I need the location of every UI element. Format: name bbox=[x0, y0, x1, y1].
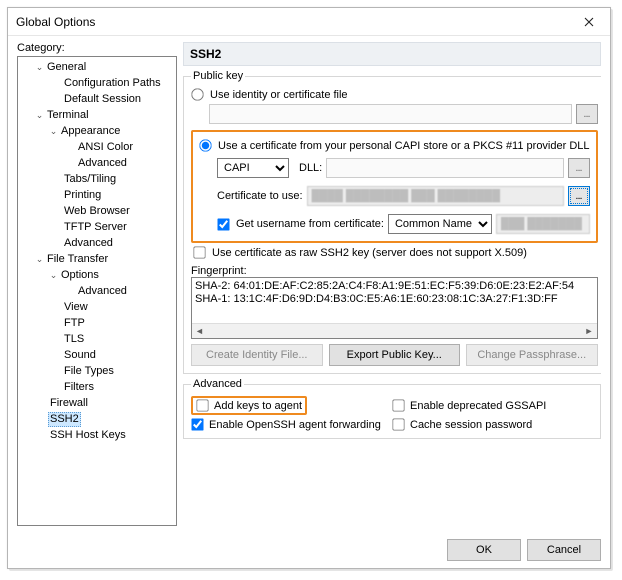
fingerprint-label: Fingerprint: bbox=[191, 265, 247, 277]
scroll-right-icon[interactable]: ► bbox=[582, 324, 597, 339]
tree-item-tftp-server[interactable]: TFTP Server bbox=[18, 219, 176, 235]
tree-item-ansi-color[interactable]: ANSI Color bbox=[18, 139, 176, 155]
tree-item-sound[interactable]: Sound bbox=[18, 347, 176, 363]
ok-button[interactable]: OK bbox=[447, 539, 521, 561]
panel-heading: SSH2 bbox=[183, 42, 601, 66]
username-field-select[interactable]: Common Name bbox=[388, 214, 492, 234]
horizontal-scrollbar[interactable]: ◄ ► bbox=[192, 323, 597, 338]
public-key-legend: Public key bbox=[191, 70, 245, 82]
chevron-down-icon: ⌄ bbox=[48, 270, 59, 281]
fingerprint-sha1: SHA-1: 13:1C:4F:D6:9D:D4:B3:0C:E5:A6:1E:… bbox=[195, 293, 594, 306]
tree-item-tabs-tiling[interactable]: Tabs/Tiling bbox=[18, 171, 176, 187]
raw-ssh2-checkbox[interactable]: Use certificate as raw SSH2 key (server … bbox=[193, 246, 598, 259]
browse-dll-button: ... bbox=[568, 158, 590, 178]
tree-item-terminal[interactable]: ⌄Terminal bbox=[18, 107, 176, 123]
tree-item-firewall[interactable]: Firewall bbox=[18, 395, 176, 411]
fingerprint-box[interactable]: SHA-2: 64:01:DE:AF:C2:85:2A:C4:F8:A1:9E:… bbox=[191, 277, 598, 339]
username-display: ███ ███████ bbox=[496, 214, 590, 234]
radio-identity-file[interactable]: Use identity or certificate file bbox=[191, 88, 598, 101]
tree-item-ssh-host-keys[interactable]: SSH Host Keys bbox=[18, 427, 176, 443]
fingerprint-sha2: SHA-2: 64:01:DE:AF:C2:85:2A:C4:F8:A1:9E:… bbox=[195, 280, 594, 293]
window-title: Global Options bbox=[16, 15, 569, 29]
tree-item-file-transfer[interactable]: ⌄File Transfer bbox=[18, 251, 176, 267]
public-key-group: Public key Use identity or certificate f… bbox=[183, 70, 601, 374]
tree-item-default-session[interactable]: Default Session bbox=[18, 91, 176, 107]
scroll-left-icon[interactable]: ◄ bbox=[192, 324, 207, 339]
chevron-down-icon: ⌄ bbox=[34, 62, 45, 73]
category-label: Category: bbox=[17, 42, 177, 54]
tree-item-config-paths[interactable]: Configuration Paths bbox=[18, 75, 176, 91]
enable-gssapi-checkbox[interactable]: Enable deprecated GSSAPI bbox=[392, 396, 593, 415]
cert-to-use-label: Certificate to use: bbox=[217, 190, 303, 202]
tree-item-ssh2[interactable]: SSH2 bbox=[18, 411, 176, 427]
change-passphrase-button: Change Passphrase... bbox=[466, 344, 598, 366]
browse-identity-button: ... bbox=[576, 104, 598, 124]
browse-certificate-button[interactable]: ... bbox=[568, 186, 590, 206]
titlebar: Global Options bbox=[8, 8, 610, 36]
create-identity-button: Create Identity File... bbox=[191, 344, 323, 366]
tree-item-appearance[interactable]: ⌄Appearance bbox=[18, 123, 176, 139]
export-public-key-button[interactable]: Export Public Key... bbox=[329, 344, 461, 366]
tree-item-general[interactable]: ⌄General bbox=[18, 59, 176, 75]
provider-select[interactable]: CAPI bbox=[217, 158, 289, 178]
tree-item-web-browser[interactable]: Web Browser bbox=[18, 203, 176, 219]
tree-item-filters[interactable]: Filters bbox=[18, 379, 176, 395]
tree-item-view[interactable]: View bbox=[18, 299, 176, 315]
tree-item-appearance-advanced[interactable]: Advanced bbox=[18, 155, 176, 171]
dialog-footer: OK Cancel bbox=[8, 532, 610, 568]
get-username-checkbox[interactable]: Get username from certificate: bbox=[217, 218, 384, 231]
certificate-display: ████ ████████ ███ ████████ bbox=[307, 186, 564, 206]
add-keys-checkbox[interactable]: Add keys to agent bbox=[196, 399, 302, 412]
chevron-down-icon: ⌄ bbox=[34, 254, 45, 265]
advanced-group: Advanced Add keys to agent Enable deprec… bbox=[183, 378, 601, 439]
tree-item-options-advanced[interactable]: Advanced bbox=[18, 283, 176, 299]
identity-file-input bbox=[209, 104, 572, 124]
enable-forwarding-checkbox[interactable]: Enable OpenSSH agent forwarding bbox=[191, 418, 392, 431]
chevron-down-icon: ⌄ bbox=[34, 110, 45, 121]
cache-password-checkbox[interactable]: Cache session password bbox=[392, 418, 593, 431]
tree-item-options[interactable]: ⌄Options bbox=[18, 267, 176, 283]
advanced-legend: Advanced bbox=[191, 378, 244, 390]
close-icon bbox=[584, 17, 594, 27]
capi-highlight: Use a certificate from your personal CAP… bbox=[191, 130, 598, 243]
tree-item-printing[interactable]: Printing bbox=[18, 187, 176, 203]
category-tree[interactable]: ⌄General Configuration Paths Default Ses… bbox=[17, 56, 177, 526]
close-button[interactable] bbox=[569, 8, 609, 35]
dll-label: DLL: bbox=[299, 162, 322, 174]
tree-item-ftp[interactable]: FTP bbox=[18, 315, 176, 331]
radio-capi-store[interactable]: Use a certificate from your personal CAP… bbox=[199, 139, 590, 152]
tree-item-tls[interactable]: TLS bbox=[18, 331, 176, 347]
global-options-dialog: Global Options Category: ⌄General Config… bbox=[7, 7, 611, 569]
cancel-button[interactable]: Cancel bbox=[527, 539, 601, 561]
tree-item-file-types[interactable]: File Types bbox=[18, 363, 176, 379]
chevron-down-icon: ⌄ bbox=[48, 126, 59, 137]
tree-item-terminal-advanced[interactable]: Advanced bbox=[18, 235, 176, 251]
dll-path-input bbox=[326, 158, 563, 178]
